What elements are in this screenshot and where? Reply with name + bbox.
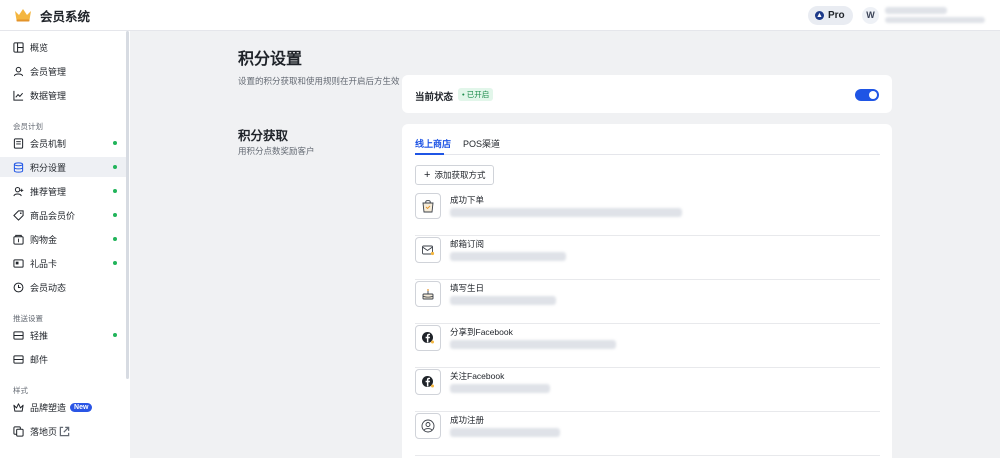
wallet-icon [13, 234, 24, 245]
sidebar-item-referral[interactable]: 推荐管理 [0, 181, 126, 201]
gift-card-icon [13, 258, 24, 268]
status-label: 当前状态 [415, 92, 454, 103]
pro-arrow-icon: ▲ [815, 11, 824, 20]
user-plus-icon [13, 186, 24, 196]
earn-rule-row[interactable]: 关注Facebook [415, 368, 880, 412]
status-dot [113, 165, 117, 169]
earn-rule-title: 填写生日 [450, 283, 485, 293]
status-dot [113, 213, 117, 217]
crown-logo-icon [15, 9, 31, 22]
page-description: 设置的积分获取和使用规则在开启后方生效 [238, 76, 400, 86]
earn-rule-row[interactable]: 成功注册 [415, 412, 880, 456]
mail-icon [415, 237, 441, 263]
page-title: 积分设置 [238, 51, 303, 68]
new-badge: New [70, 402, 93, 412]
sidebar-group-plan: 会员计划 [13, 122, 43, 131]
tag-icon [13, 209, 24, 221]
status-dot [113, 237, 117, 241]
status-toggle[interactable] [855, 89, 879, 101]
sidebar: 概览 会员管理 数据管理 会员计划 会员机制 积分设置 推荐管理 商品会员价 购… [0, 31, 130, 458]
pro-plan-badge[interactable]: ▲ Pro [808, 6, 853, 25]
external-link-icon [59, 426, 70, 436]
sidebar-item-activity[interactable]: 会员动态 [0, 277, 126, 297]
avatar[interactable]: W [862, 7, 879, 24]
toggle-knob [869, 91, 877, 99]
add-earn-method-button[interactable]: + 添加获取方式 [415, 165, 495, 185]
facebook-icon [415, 369, 441, 395]
earn-rule-title: 关注Facebook [450, 371, 505, 381]
sidebar-item-points[interactable]: 积分设置 [0, 157, 126, 177]
sidebar-item-members[interactable]: 会员管理 [0, 61, 126, 81]
sidebar-item-overview[interactable]: 概览 [0, 37, 126, 57]
status-badge: • 已开启 [458, 88, 494, 101]
sidebar-item-light-push[interactable]: 轻推 [0, 325, 126, 345]
active-tab-indicator [415, 153, 444, 155]
status-dot [113, 189, 117, 193]
earn-rule-detail-redacted [450, 208, 682, 217]
earn-rule-title: 成功注册 [450, 415, 485, 425]
earn-rule-title: 邮箱订阅 [450, 239, 485, 249]
status-dot [113, 261, 117, 265]
crown-icon [13, 402, 24, 412]
sidebar-item-data[interactable]: 数据管理 [0, 85, 126, 105]
dashboard-icon [13, 41, 24, 53]
sidebar-item-landing[interactable]: 落地页 [0, 421, 126, 441]
earn-rule-row[interactable]: 邮箱订阅 [415, 236, 880, 280]
earn-rule-row[interactable]: 填写生日 [415, 280, 880, 324]
database-icon [13, 161, 24, 173]
shopping-bag-icon [415, 193, 441, 219]
sidebar-item-brand[interactable]: 品牌塑造 New [0, 397, 126, 417]
earn-section-title: 积分获取 [238, 129, 289, 143]
earn-rule-detail-redacted [450, 252, 566, 261]
sidebar-item-gift-card[interactable]: 礼品卡 [0, 253, 126, 273]
earn-rule-detail-redacted [450, 340, 616, 349]
pages-icon [13, 425, 24, 437]
status-card: 当前状态 • 已开启 [402, 75, 892, 113]
facebook-icon [415, 325, 441, 351]
sidebar-scrollbar[interactable] [126, 31, 129, 379]
user-circle-icon [415, 413, 441, 439]
sidebar-group-push: 推送设置 [13, 314, 43, 323]
sidebar-group-style: 样式 [13, 386, 28, 395]
app-title: 会员系统 [40, 9, 91, 24]
user-icon [13, 66, 24, 76]
sidebar-item-shopping-credit[interactable]: 购物金 [0, 229, 126, 249]
status-dot [113, 333, 117, 337]
earn-rule-detail-redacted [450, 428, 560, 437]
plus-icon: + [424, 168, 431, 181]
message-icon [13, 330, 24, 340]
earn-section-description: 用积分点数奖励客户 [238, 146, 315, 156]
tab-divider [415, 154, 880, 155]
earn-rule-row[interactable]: 成功下单 [415, 192, 880, 236]
earn-rule-row[interactable]: 分享到Facebook [415, 324, 880, 368]
earn-rule-title: 成功下单 [450, 195, 485, 205]
account-name-redacted [885, 7, 947, 14]
sidebar-item-mechanism[interactable]: 会员机制 [0, 133, 126, 153]
sidebar-item-member-price[interactable]: 商品会员价 [0, 205, 126, 225]
clock-icon [13, 282, 24, 292]
sidebar-item-email[interactable]: 邮件 [0, 349, 126, 369]
tab-online-store[interactable]: 线上商店 [415, 137, 451, 150]
tab-pos[interactable]: POS渠道 [463, 137, 500, 150]
cake-icon [415, 281, 441, 307]
document-icon [13, 137, 24, 149]
status-dot [113, 141, 117, 145]
earn-rule-title: 分享到Facebook [450, 327, 513, 337]
earn-rules-card: 线上商店 POS渠道 + 添加获取方式 成功下单 邮箱订阅 填写生日 分享到Fa… [402, 124, 892, 458]
chart-line-icon [13, 90, 24, 101]
account-email-redacted [885, 17, 985, 23]
mail-icon [13, 354, 24, 364]
earn-rule-detail-redacted [450, 296, 556, 305]
earn-rule-detail-redacted [450, 384, 550, 393]
